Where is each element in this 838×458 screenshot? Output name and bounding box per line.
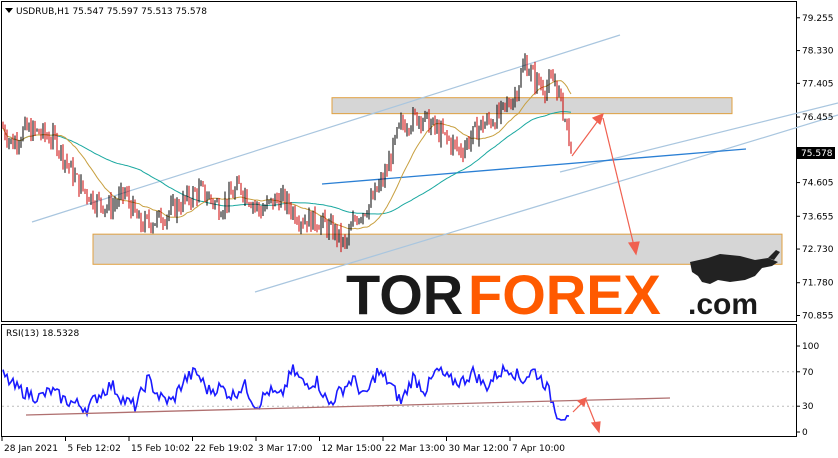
rsi-tick-label: 0 (802, 428, 808, 438)
rsi-tick-label: 30 (802, 402, 814, 412)
price-tick-label: 74.605 (802, 179, 834, 189)
logo-tor: TOR (346, 263, 463, 326)
price-chart: USDRUB,H1 75.547 75.597 75.513 75.578 RS… (1, 1, 838, 454)
price-tick-label: 77.405 (802, 79, 834, 89)
logo-forex: FOREX (468, 263, 661, 326)
rsi-tick-label: 100 (802, 342, 819, 352)
resistance-zone (331, 97, 733, 115)
price-tick-label: 73.655 (802, 212, 834, 222)
symbol-header: USDRUB,H1 75.547 75.597 75.513 75.578 (16, 7, 207, 17)
logo-com: .com (688, 288, 758, 321)
rsi-header: RSI(13) 18.5328 (6, 329, 79, 339)
price-tick-label: 72.730 (802, 245, 834, 255)
time-tick-label: 7 Apr 10:00 (512, 444, 565, 454)
time-tick-label: 3 Mar 17:00 (258, 444, 313, 454)
price-tick-label: 76.455 (802, 113, 834, 123)
time-axis: 28 Jan 2021 5 Feb 12:02 15 Feb 10:02 22 Feb… (1, 437, 565, 454)
time-tick-label: 22 Mar 13:00 (385, 444, 445, 454)
price-tick-label: 79.255 (802, 14, 834, 24)
price-tick-label: 70.855 (802, 312, 834, 322)
support-zone (92, 233, 783, 265)
price-tick-label: 71.780 (802, 279, 834, 289)
time-tick-label: 22 Feb 19:02 (195, 444, 254, 454)
time-tick-label: 5 Feb 12:02 (68, 444, 121, 454)
time-tick-label: 12 Mar 15:00 (322, 444, 382, 454)
rsi-tick-label: 70 (802, 368, 814, 378)
time-tick-label: 30 Mar 12:00 (449, 444, 509, 454)
price-tick-label: 78.330 (802, 47, 834, 57)
price-axis: 79.255 78.330 77.405 76.455 74.605 73.655 72.7… (796, 14, 834, 322)
time-tick-label: 15 Feb 10:02 (131, 444, 190, 454)
time-tick-label: 28 Jan 2021 (4, 444, 58, 454)
current-price-label: 75.578 (801, 149, 833, 159)
rsi-panel-frame (1, 324, 797, 437)
